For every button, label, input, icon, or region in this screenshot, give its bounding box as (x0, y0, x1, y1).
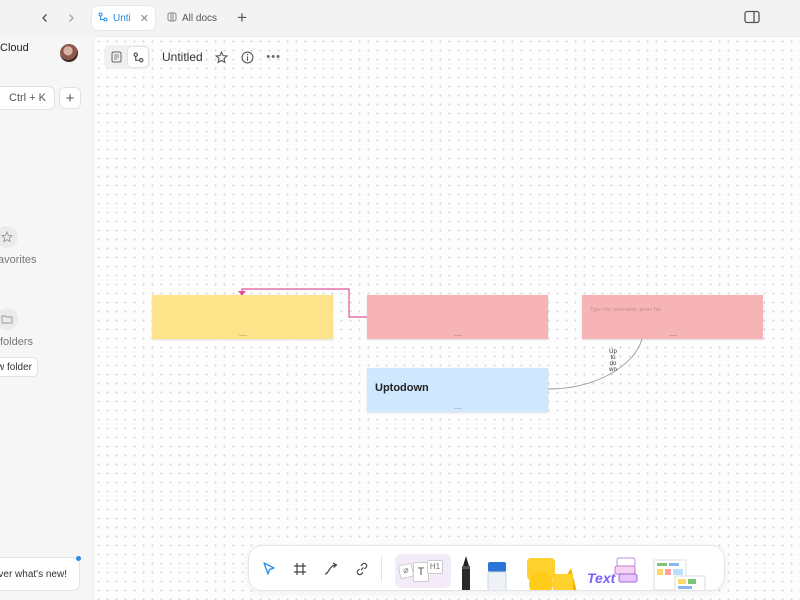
notification-dot (76, 556, 81, 561)
edgeless-toolbar: ⌀ T H1 Text (248, 545, 725, 591)
tab-untitled[interactable]: Untitled ✕ (92, 6, 155, 30)
all-docs-icon (167, 12, 177, 25)
note-handle (668, 335, 677, 336)
text-tool-label: Text (587, 570, 616, 586)
folders-empty-label: folders (0, 336, 34, 348)
sidebar-panel-icon[interactable] (744, 10, 760, 27)
tab-label: Untitled (113, 12, 131, 24)
new-folder-button[interactable]: w folder (0, 357, 38, 377)
select-icon[interactable] (259, 559, 279, 579)
new-folder-label: w folder (0, 361, 32, 373)
add-page-button[interactable]: + (59, 87, 81, 109)
back-arrow-icon[interactable] (36, 9, 54, 27)
workspace-name[interactable]: Cloud (0, 42, 29, 54)
note-handle (453, 408, 462, 409)
whats-new-label: ver what's new! (0, 568, 67, 580)
connector-icon[interactable] (321, 559, 341, 579)
sticky-note-yellow[interactable] (152, 295, 333, 339)
sidebar: Cloud Ctrl + K + avorites folders w fold… (0, 36, 93, 600)
shape-icon[interactable] (521, 554, 577, 590)
note-handle (238, 335, 247, 336)
edgeless-canvas[interactable]: Untitled ••• Type / for commands, press … (93, 36, 800, 600)
avatar[interactable] (60, 44, 78, 62)
note-text: Uptodown (375, 382, 429, 394)
close-tab-icon[interactable]: ✕ (140, 12, 149, 25)
sticky-note-blue[interactable]: Uptodown (367, 368, 548, 412)
text-icon[interactable]: ⌀ T H1 (395, 554, 451, 588)
star-icon (0, 226, 18, 248)
quick-search-button[interactable]: Ctrl + K (0, 86, 55, 110)
frame-icon[interactable] (290, 559, 310, 579)
heading-label: H1 (427, 560, 443, 574)
new-tab-icon[interactable]: + (232, 8, 252, 28)
sticky-note-pink[interactable] (367, 295, 548, 339)
tab-label: All docs (182, 12, 218, 24)
pen-icon[interactable] (458, 554, 474, 590)
note-handle (453, 335, 462, 336)
tab-all-docs[interactable]: All docs (161, 6, 223, 30)
gray-connector[interactable] (547, 338, 643, 390)
whats-new-button[interactable]: ver what's new! (0, 557, 80, 591)
eraser-icon[interactable] (485, 560, 509, 590)
note-placeholder: Type / for commands, press Tab (590, 307, 662, 313)
link-icon[interactable] (352, 559, 372, 579)
template-icon[interactable] (653, 556, 707, 590)
connector-label[interactable]: Uptodown (609, 349, 617, 373)
forward-arrow-icon[interactable] (62, 9, 80, 27)
text-tool-icon[interactable]: Text (585, 554, 641, 590)
search-shortcut: Ctrl + K (9, 92, 46, 104)
favorites-empty-label: avorites (0, 254, 37, 266)
sticky-note-pink-placeholder[interactable]: Type / for commands, press Tab (582, 295, 763, 339)
tab-bar: Untitled ✕ All docs + (0, 0, 800, 36)
folder-icon (0, 308, 18, 330)
toolbar-divider (381, 556, 382, 582)
edgeless-icon (98, 12, 108, 25)
